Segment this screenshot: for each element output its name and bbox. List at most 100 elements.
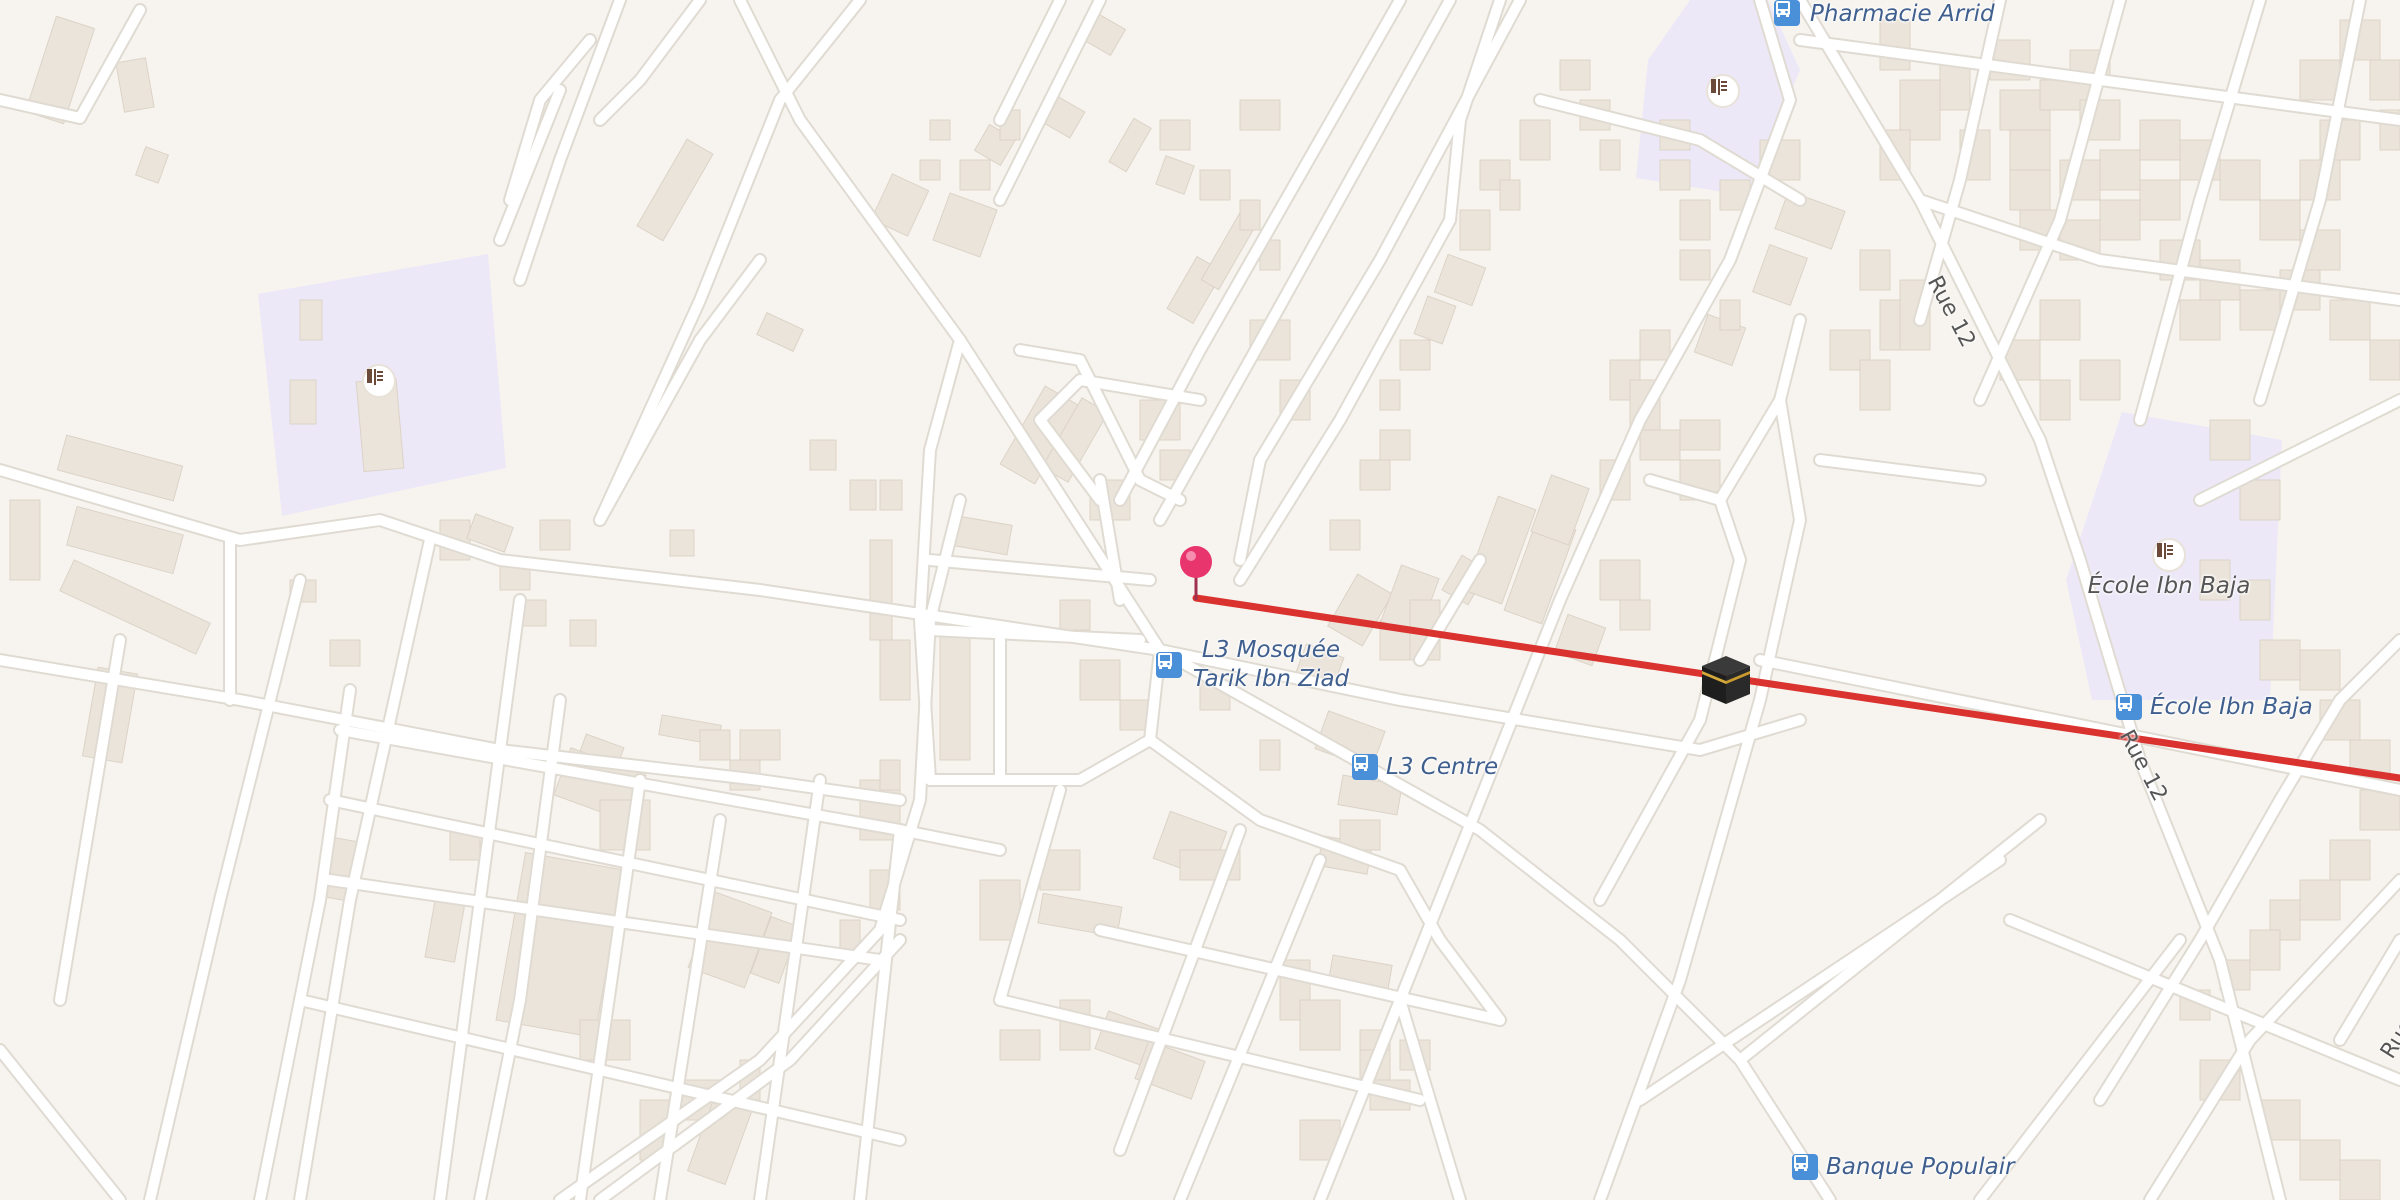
building bbox=[1859, 249, 1891, 291]
building bbox=[1079, 659, 1121, 701]
building bbox=[1459, 209, 1491, 251]
building bbox=[1259, 739, 1281, 771]
building bbox=[1519, 119, 1551, 161]
school-icon-glyph bbox=[2157, 543, 2173, 559]
building bbox=[1299, 999, 1341, 1051]
map-view[interactable]: Rue 12 Rue 12 Rue École Ibn Baja Pharmac… bbox=[0, 0, 2400, 1200]
building bbox=[699, 729, 731, 761]
bus-icon bbox=[1354, 755, 1368, 771]
building bbox=[329, 639, 361, 667]
building bbox=[1379, 429, 1411, 461]
building bbox=[2209, 419, 2251, 461]
building bbox=[1679, 249, 1711, 281]
building bbox=[1639, 429, 1681, 461]
bus-stop-icon[interactable] bbox=[2116, 694, 2142, 720]
bus-stop-label-l3-centre[interactable]: L3 Centre bbox=[1386, 752, 1498, 782]
building bbox=[1379, 379, 1401, 411]
building bbox=[2139, 119, 2181, 161]
building bbox=[1679, 199, 1711, 241]
bus-stop-icon[interactable] bbox=[1156, 652, 1182, 678]
bus-stop-icon[interactable] bbox=[1352, 754, 1378, 780]
building bbox=[2009, 129, 2051, 171]
building bbox=[2099, 199, 2141, 241]
building bbox=[2339, 1159, 2381, 1200]
building bbox=[1599, 559, 1641, 601]
kaaba-glyph bbox=[1702, 656, 1750, 704]
building bbox=[2079, 359, 2121, 401]
building bbox=[809, 439, 837, 471]
building bbox=[299, 299, 323, 341]
building bbox=[1329, 519, 1361, 551]
building bbox=[869, 539, 893, 641]
building bbox=[1719, 299, 1741, 331]
building bbox=[539, 519, 571, 551]
bus-icon bbox=[1794, 1155, 1808, 1171]
building bbox=[9, 499, 41, 581]
bus-stop-label-pharmacie-arrid[interactable]: Pharmacie Arrid bbox=[1810, 0, 1995, 29]
building bbox=[849, 479, 877, 511]
building bbox=[1639, 329, 1671, 361]
building bbox=[1559, 59, 1591, 91]
building bbox=[2359, 789, 2400, 831]
building bbox=[2039, 379, 2071, 421]
bus-stop-icon[interactable] bbox=[1792, 1154, 1818, 1180]
building bbox=[2369, 339, 2400, 381]
building bbox=[1359, 459, 1391, 491]
school-icon-glyph bbox=[367, 369, 383, 385]
building bbox=[2139, 179, 2181, 221]
building bbox=[2299, 649, 2341, 691]
school-icon[interactable] bbox=[2152, 538, 2186, 572]
building bbox=[919, 159, 941, 181]
building bbox=[1239, 199, 1261, 231]
building bbox=[739, 729, 781, 761]
building bbox=[2239, 479, 2281, 521]
bus-stop-label-banque-populair[interactable]: Banque Populair bbox=[1826, 1152, 2015, 1182]
building bbox=[2259, 639, 2301, 681]
building bbox=[2299, 879, 2341, 921]
poi-label-ecole-ibn-baja[interactable]: École Ibn Baja bbox=[2066, 571, 2272, 601]
building bbox=[1859, 359, 1891, 411]
location-pin-glyph bbox=[1180, 546, 1212, 600]
building bbox=[1239, 99, 1281, 131]
bus-stop-label-l3-mosquee[interactable]: L3 Mosquée bbox=[1186, 635, 1356, 665]
building bbox=[2219, 159, 2261, 201]
bus-icon bbox=[1776, 1, 1790, 17]
building bbox=[2329, 839, 2371, 881]
building bbox=[569, 619, 597, 647]
bus-stop-label-l3-mosquee-line2[interactable]: Tarik Ibn Ziad bbox=[1186, 664, 1356, 694]
school-icon[interactable] bbox=[362, 364, 396, 398]
building bbox=[1679, 419, 1721, 451]
school-icon[interactable] bbox=[1706, 74, 1740, 108]
building bbox=[1059, 599, 1091, 631]
building bbox=[2299, 1139, 2341, 1181]
building bbox=[879, 639, 911, 701]
building bbox=[2249, 929, 2281, 971]
building bbox=[289, 379, 317, 425]
bus-stop-label-ecole-ibn-baja[interactable]: École Ibn Baja bbox=[2150, 692, 2313, 722]
building bbox=[2179, 299, 2221, 341]
building bbox=[939, 619, 971, 761]
building bbox=[959, 159, 991, 191]
bus-icon bbox=[1158, 653, 1172, 669]
building bbox=[1399, 339, 1431, 371]
bus-icon bbox=[2118, 695, 2132, 711]
building bbox=[2259, 199, 2301, 241]
building bbox=[2039, 299, 2081, 341]
building bbox=[999, 1029, 1041, 1061]
bus-stop-icon[interactable] bbox=[1774, 0, 1800, 26]
school-icon-glyph bbox=[1711, 79, 1727, 95]
building bbox=[1599, 139, 1621, 171]
building bbox=[1619, 599, 1651, 631]
building bbox=[1499, 179, 1521, 211]
building bbox=[2009, 169, 2051, 211]
building bbox=[1159, 119, 1191, 151]
building bbox=[669, 529, 695, 557]
building bbox=[1199, 169, 1231, 201]
building bbox=[2299, 59, 2341, 101]
building bbox=[2099, 149, 2141, 191]
building bbox=[879, 759, 901, 791]
building bbox=[2329, 299, 2371, 341]
building bbox=[2239, 289, 2281, 331]
building bbox=[1659, 159, 1691, 191]
building bbox=[929, 119, 951, 141]
